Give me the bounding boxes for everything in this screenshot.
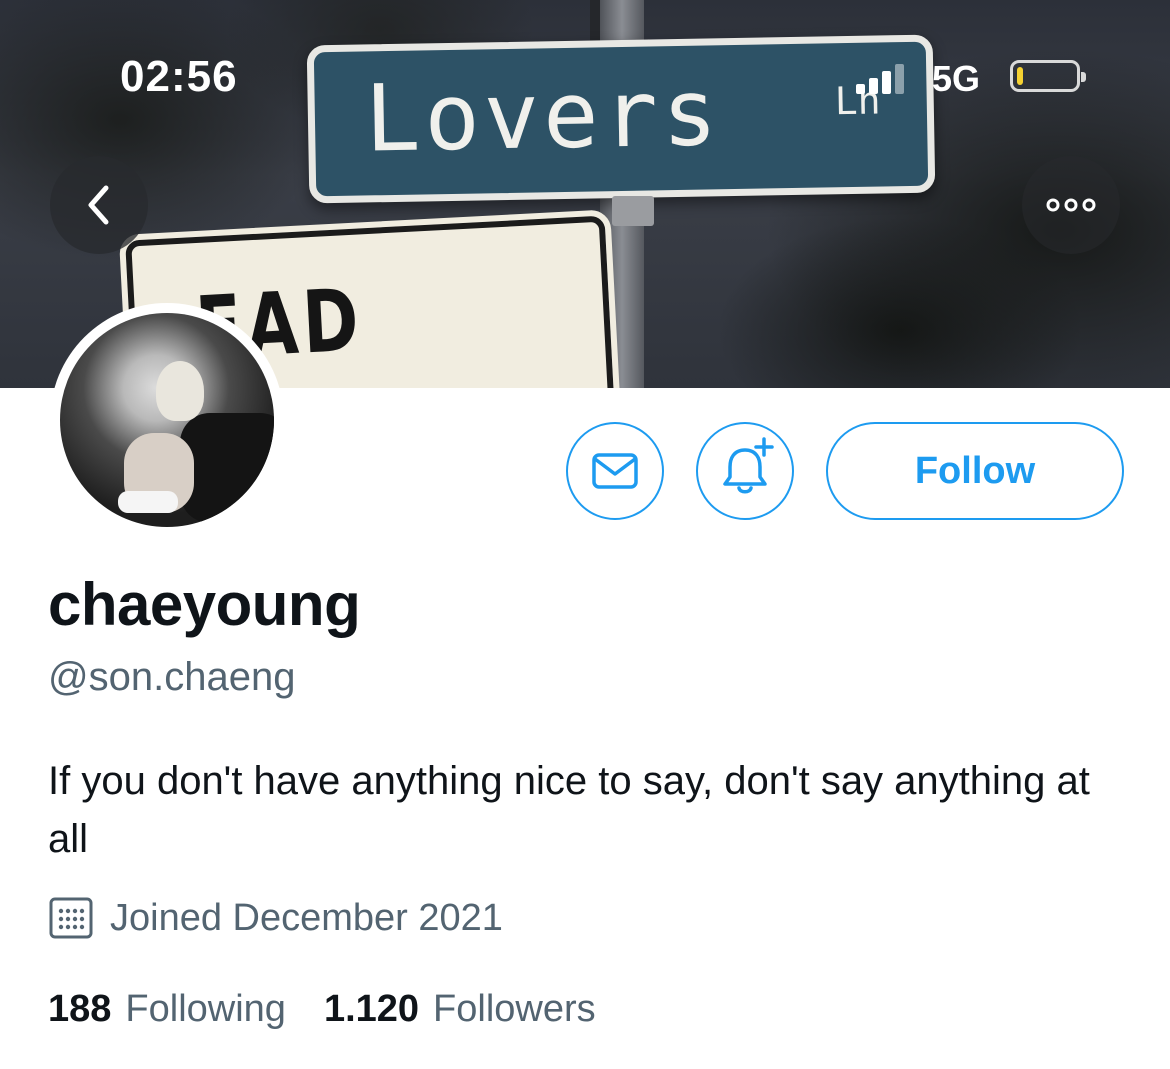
follow-stats: 188 Following 1.120 Followers <box>48 988 634 1031</box>
banner-sign-bracket <box>612 196 654 226</box>
back-button[interactable] <box>50 156 148 254</box>
followers-count-link[interactable]: 1.120 Followers <box>324 988 596 1031</box>
avatar[interactable] <box>50 303 284 537</box>
following-label: Following <box>125 988 286 1030</box>
chevron-left-icon <box>88 185 109 225</box>
envelope-icon <box>592 453 638 489</box>
battery-icon <box>1010 60 1086 92</box>
followers-count: 1.120 <box>323 988 420 1030</box>
more-options-button[interactable] <box>1022 156 1120 254</box>
follow-button[interactable]: Follow <box>826 422 1124 520</box>
following-count: 188 <box>48 988 112 1030</box>
message-button[interactable] <box>566 422 664 520</box>
network-type: 5G <box>932 58 981 99</box>
join-date-text: Joined December 2021 <box>110 896 503 939</box>
display-name: chaeyoung <box>48 571 361 638</box>
banner-street-sign: Lovers Ln <box>306 34 936 204</box>
battery-level-fill <box>1017 67 1023 85</box>
street-sign-text: Lovers <box>364 59 723 173</box>
more-horizontal-icon <box>1046 198 1096 212</box>
status-time: 02:56 <box>120 52 238 101</box>
join-date: Joined December 2021 <box>48 893 503 943</box>
followers-label: Followers <box>433 988 596 1030</box>
user-handle: @son.chaeng <box>48 655 296 699</box>
signal-strength-icon <box>856 62 906 94</box>
notifications-button[interactable] <box>696 422 794 520</box>
calendar-icon <box>49 897 93 939</box>
profile-bio: If you don't have anything nice to say, … <box>48 759 1090 861</box>
avatar-image <box>60 313 274 527</box>
bell-plus-icon <box>723 437 774 494</box>
following-count-link[interactable]: 188 Following <box>48 988 286 1031</box>
